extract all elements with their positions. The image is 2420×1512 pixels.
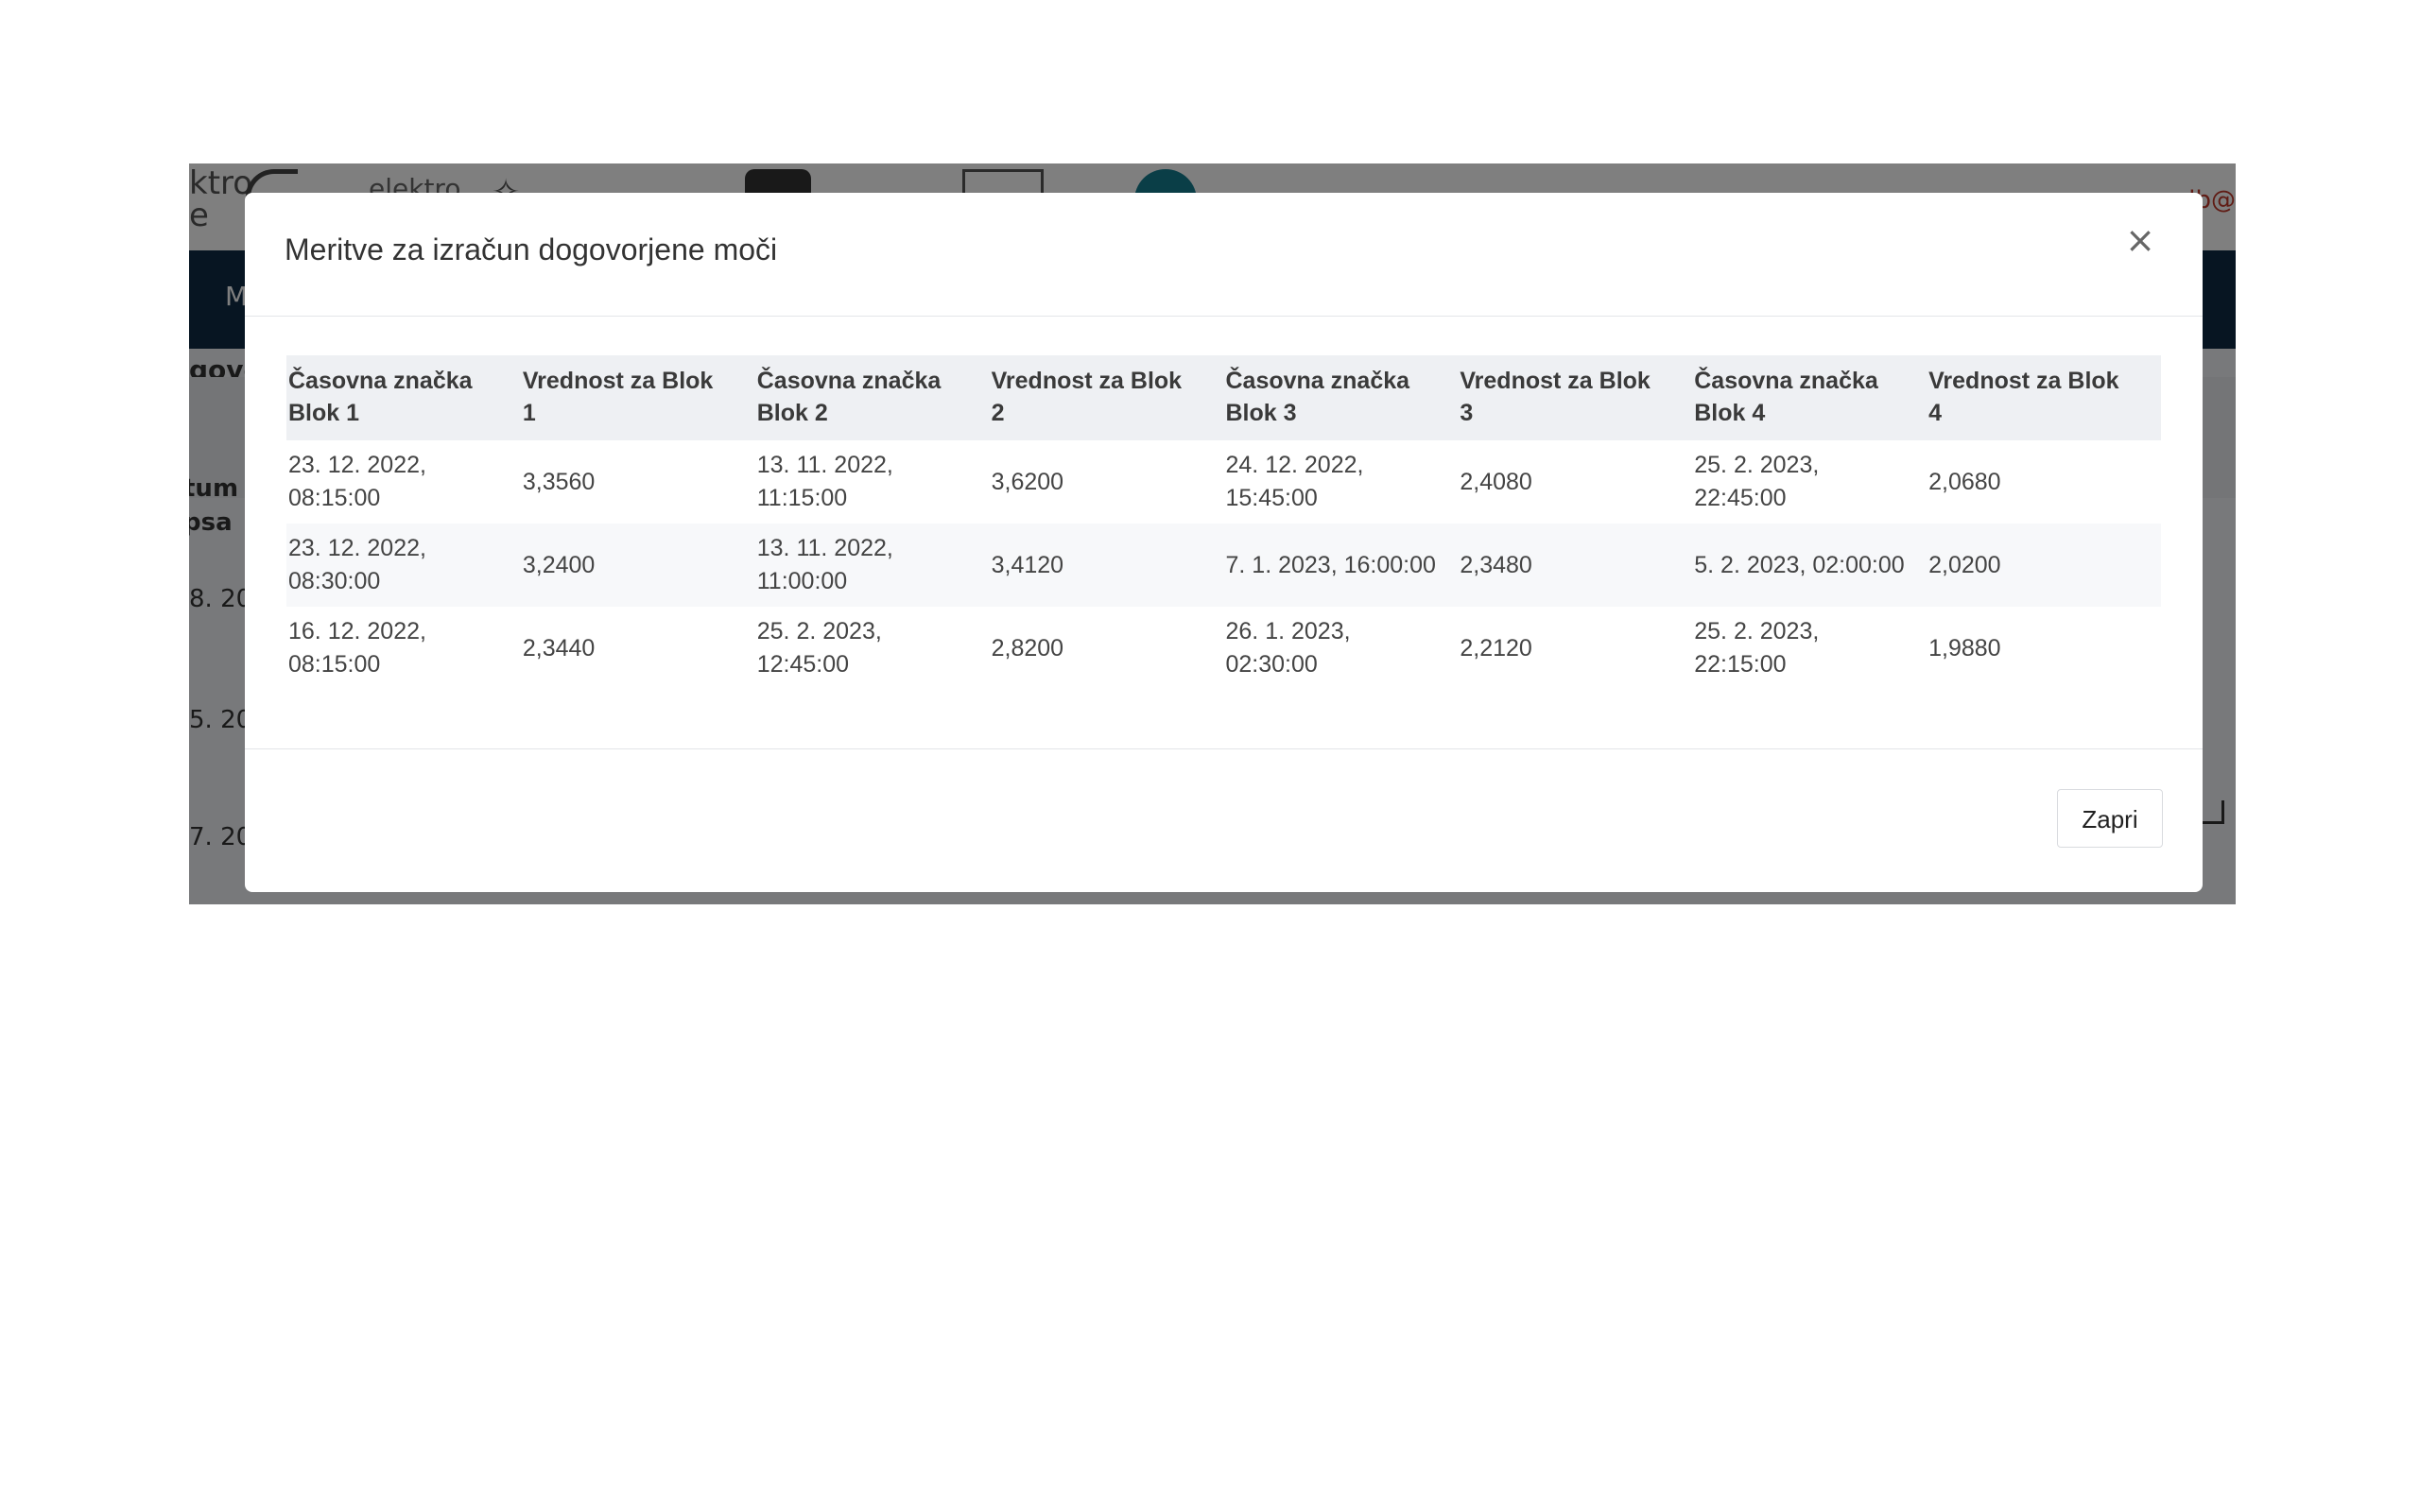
table-cell: 1,9880: [1928, 634, 2001, 662]
column-header: Vrednost za Blok 4: [1927, 355, 2161, 440]
table-row: 23. 12. 2022, 08:15:00 3,3560 13. 11. 20…: [286, 440, 2161, 524]
close-icon[interactable]: ×: [2118, 217, 2163, 263]
table-cell: 25. 2. 2023, 22:45:00: [1694, 452, 1820, 511]
column-header: Vrednost za Blok 2: [989, 355, 1224, 440]
table-cell: 2,4080: [1460, 468, 1532, 495]
table-cell: 5. 2. 2023, 02:00:00: [1692, 524, 1927, 607]
table-row: 16. 12. 2022, 08:15:00 2,3440 25. 2. 202…: [286, 607, 2161, 690]
table-cell: 2,2120: [1460, 634, 1532, 662]
table-row: 23. 12. 2022, 08:30:00 3,2400 13. 11. 20…: [286, 524, 2161, 607]
column-header: Časovna značka Blok 4: [1692, 355, 1927, 440]
table-cell: 2,0680: [1928, 468, 2001, 495]
table-cell: 13. 11. 2022, 11:00:00: [754, 524, 990, 607]
measurements-table: Časovna značka Blok 1 Vrednost za Blok 1…: [286, 355, 2161, 690]
column-header: Časovna značka Blok 2: [754, 355, 990, 440]
modal-body: Časovna značka Blok 1 Vrednost za Blok 1…: [286, 355, 2161, 690]
modal-footer: Zapri: [245, 748, 2203, 893]
table-cell: 2,0200: [1927, 524, 2161, 607]
table-cell: 25. 2. 2023, 22:15:00: [1694, 618, 1820, 678]
column-header: Vrednost za Blok 3: [1458, 355, 1693, 440]
table-cell: 3,3560: [522, 468, 596, 495]
modal-header: Meritve za izračun dogovorjene moči ×: [245, 193, 2203, 317]
table-cell: 2,3440: [522, 634, 596, 662]
table-cell: 2,8200: [991, 634, 1064, 662]
table-cell: 23. 12. 2022, 08:30:00: [286, 524, 521, 607]
table-cell: 13. 11. 2022, 11:15:00: [756, 452, 893, 511]
table-cell: 26. 1. 2023, 02:30:00: [1225, 618, 1351, 678]
table-cell: 3,6200: [991, 468, 1064, 495]
table-cell: 3,2400: [520, 524, 755, 607]
table-header-row: Časovna značka Blok 1 Vrednost za Blok 1…: [286, 355, 2161, 440]
table-cell: 24. 12. 2022, 15:45:00: [1225, 452, 1364, 511]
modal-title: Meritve za izračun dogovorjene moči: [285, 232, 778, 266]
table-cell: 23. 12. 2022, 08:15:00: [288, 452, 426, 511]
column-header: Časovna značka Blok 1: [286, 355, 521, 440]
table-cell: 25. 2. 2023, 12:45:00: [756, 618, 882, 678]
close-button[interactable]: Zapri: [2057, 789, 2163, 848]
table-cell: 7. 1. 2023, 16:00:00: [1223, 524, 1459, 607]
column-header: Vrednost za Blok 1: [520, 355, 755, 440]
table-cell: 3,4120: [989, 524, 1224, 607]
column-header: Časovna značka Blok 3: [1223, 355, 1459, 440]
table-cell: 16. 12. 2022, 08:15:00: [288, 618, 426, 678]
table-cell: 2,3480: [1458, 524, 1693, 607]
measurements-modal: Meritve za izračun dogovorjene moči × Ča…: [245, 193, 2203, 892]
